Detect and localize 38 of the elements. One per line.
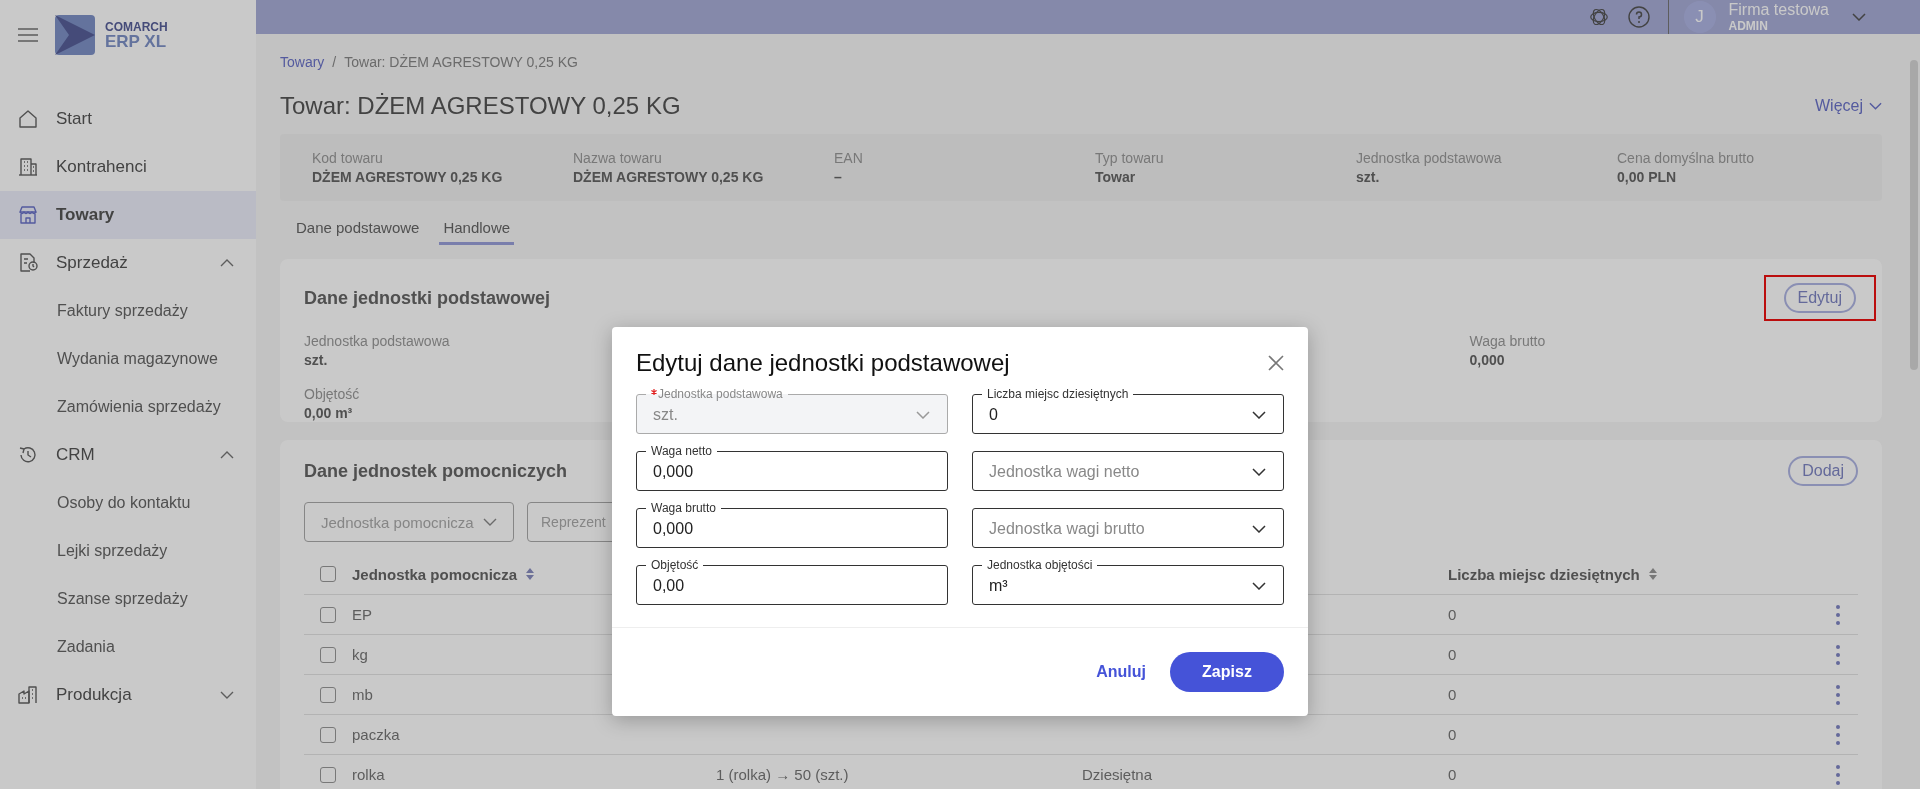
field-value: szt. — [304, 352, 328, 368]
logo-product-text: ERP XL — [105, 32, 168, 50]
table-cell: 1 (rolka) → 50 (szt.) — [716, 766, 849, 783]
table-cell: 0 — [1448, 766, 1457, 783]
field-value: – — [834, 169, 842, 185]
field-label: Cena domyślna brutto — [1617, 150, 1754, 166]
table-cell: kg — [352, 646, 368, 663]
field-label: Jednostka podstawowa — [1356, 150, 1502, 166]
field-label: Jednostka podstawowa — [304, 333, 450, 349]
table-cell: mb — [352, 686, 373, 703]
user-role: ADMIN — [1728, 19, 1769, 33]
field-value: szt. — [1356, 169, 1380, 185]
field-label: Kod towaru — [312, 150, 383, 166]
section-title: Dane jednostek pomocniczych — [304, 460, 568, 482]
table-cell: rolka — [352, 766, 385, 783]
field-value: 0,00 PLN — [1617, 169, 1677, 185]
table-cell: 0 — [1448, 646, 1457, 663]
field-value: 0,000 — [1469, 352, 1505, 368]
field-label: EAN — [834, 150, 863, 166]
table-cell: paczka — [352, 726, 400, 743]
field-label: Objętość — [304, 386, 360, 402]
section-title: Dane jednostki podstawowej — [304, 287, 551, 309]
table-cell: 0 — [1448, 606, 1457, 623]
field-label: Typ towaru — [1095, 150, 1164, 166]
table-cell: 0 — [1448, 686, 1457, 703]
field-value: Towar — [1095, 169, 1136, 185]
table-cell: 0 — [1448, 726, 1457, 743]
dialog-title: Edytuj dane jednostki podstawowej — [636, 349, 1010, 377]
field-label: Waga brutto — [1469, 333, 1546, 349]
field-label: Nazwa towaru — [573, 150, 662, 166]
company-name: Firma testowa — [1728, 1, 1829, 19]
breadcrumb-current: Towar: DŻEM AGRESTOWY 0,25 KG — [344, 54, 578, 70]
table-cell: Dziesiętna — [1082, 766, 1153, 783]
table-cell: EP — [352, 606, 372, 623]
logo-text: COMARCH — [105, 20, 168, 33]
breadcrumb-separator: / — [332, 54, 337, 70]
field-value: 0,00 m³ — [304, 405, 353, 421]
page-title: Towar: DŻEM AGRESTOWY 0,25 KG — [280, 92, 681, 120]
